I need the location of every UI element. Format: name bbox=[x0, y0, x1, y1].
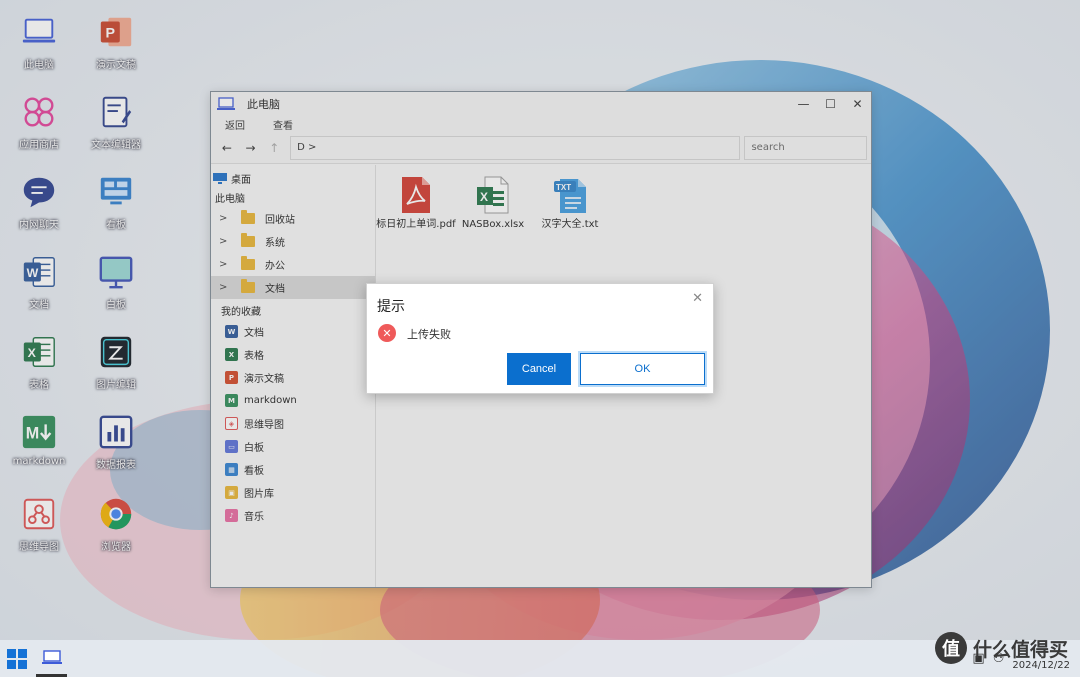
dialog-close-icon[interactable]: ✕ bbox=[692, 291, 703, 306]
taskbar-item-this-pc[interactable] bbox=[36, 640, 67, 677]
watermark: 值 什么值得买 bbox=[934, 632, 1068, 664]
watermark-text: 什么值得买 bbox=[972, 638, 1068, 661]
error-icon: ✕ bbox=[378, 324, 396, 342]
cancel-button[interactable]: Cancel bbox=[507, 353, 571, 385]
watermark-logo-icon: 值 bbox=[934, 632, 967, 664]
dialog-title: 提示 bbox=[377, 299, 405, 315]
ok-button[interactable]: OK bbox=[578, 351, 707, 387]
alert-dialog: 提示 ✕ ✕ 上传失败 Cancel OK bbox=[366, 283, 714, 394]
start-windows-icon[interactable] bbox=[7, 649, 27, 669]
computer-icon bbox=[41, 649, 62, 664]
taskbar: ▣ ⚇ 2024/12/22 bbox=[0, 640, 1080, 677]
dialog-message: 上传失败 bbox=[407, 328, 451, 341]
